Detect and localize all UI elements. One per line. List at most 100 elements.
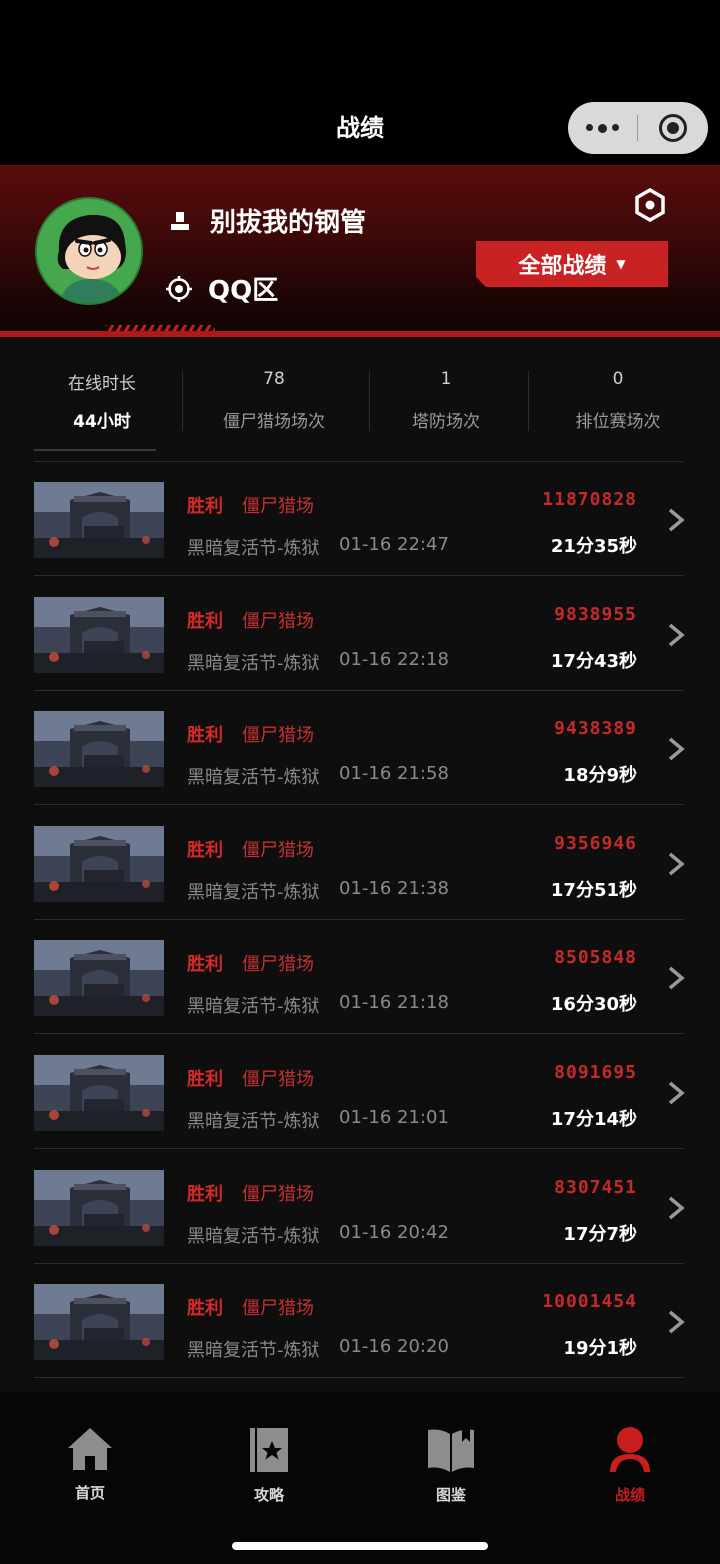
more-icon[interactable] [568, 123, 637, 133]
match-time: 01-16 20:20 [339, 1336, 449, 1358]
match-mode: 僵尸猎场 [242, 496, 314, 517]
username: 别拔我的钢管 [210, 208, 367, 238]
home-indicator [232, 1542, 488, 1550]
match-mode: 僵尸猎场 [242, 725, 314, 747]
tab-encyclopedia[interactable]: 图鉴 [401, 1426, 501, 1505]
map-thumbnail-image [34, 711, 164, 788]
region-label: QQ区 [208, 276, 279, 306]
match-score: 8307451 [554, 1176, 637, 1198]
tab-label: 攻略 [253, 1486, 284, 1504]
match-record-row[interactable]: 胜利 僵尸猎场 黑暗复活节-炼狱 01-16 21:01 8091695 17分14秒 [0, 1035, 720, 1149]
filter-dropdown-button[interactable]: 全部战绩 ▼ [476, 241, 668, 287]
match-record-row[interactable]: 胜利 僵尸猎场 黑暗复活节-炼狱 01-16 21:18 8505848 16分30秒 [0, 920, 720, 1035]
match-record-row[interactable]: 胜利 僵尸猎场 黑暗复活节-炼狱 01-16 20:20 10001454 19分1秒 [0, 1264, 720, 1379]
chevron-right-icon[interactable] [666, 1081, 686, 1105]
match-time: 01-16 21:38 [339, 877, 449, 899]
match-score: 11870828 [542, 489, 637, 510]
stat-zombie-matches[interactable]: 78 僵尸猎场场次 [196, 369, 352, 432]
chevron-right-icon[interactable] [666, 508, 686, 532]
row-divider [34, 1377, 684, 1379]
map-thumbnail [34, 825, 164, 902]
map-thumbnail-image [34, 596, 164, 673]
tab-label: 战绩 [614, 1486, 645, 1504]
match-mode: 僵尸猎场 [242, 839, 314, 861]
match-duration: 18分9秒 [563, 765, 637, 787]
match-duration: 17分51秒 [550, 879, 637, 901]
stat-ranked-matches[interactable]: 0 排位赛场次 [546, 369, 690, 432]
region-row: QQ区 [166, 270, 278, 307]
match-record-row[interactable]: 胜利 僵尸猎场 黑暗复活节-炼狱 01-16 22:18 9838955 17分43秒 [0, 577, 720, 691]
tab-label: 图鉴 [435, 1486, 466, 1504]
match-result: 胜利 [187, 1183, 223, 1205]
match-time: 01-16 21:01 [339, 1107, 449, 1128]
stat-value: 0 [612, 369, 624, 389]
tab-home[interactable]: 首页 [40, 1426, 140, 1503]
match-mode: 僵尸猎场 [242, 1183, 314, 1205]
tab-label: 首页 [74, 1484, 105, 1502]
stat-tower-defense-matches[interactable]: 1 塔防场次 [380, 369, 512, 432]
settings-icon[interactable] [634, 188, 666, 222]
match-record-row[interactable]: 胜利 僵尸猎场 黑暗复活节-炼狱 01-16 20:42 8307451 17分7秒 [0, 1150, 720, 1264]
content-area: 在线时长 44小时 78 僵尸猎场场次 1 塔防场次 0 排位赛场次 胜利 僵尸猎… [0, 337, 720, 1392]
stat-divider [528, 371, 529, 431]
avatar [35, 197, 143, 305]
top-nav-bar: 战绩 [0, 0, 720, 165]
stat-divider [182, 371, 183, 431]
stat-value: 1 [440, 369, 452, 389]
chevron-right-icon[interactable] [666, 737, 686, 761]
match-record-row[interactable]: 胜利 僵尸猎场 黑暗复活节-炼狱 01-16 21:38 9356946 17分51秒 [0, 806, 720, 920]
map-thumbnail [34, 711, 164, 788]
close-miniprogram-button[interactable] [638, 114, 708, 142]
match-map: 黑暗复活节-炼狱 [187, 767, 320, 789]
match-duration: 16分30秒 [550, 994, 637, 1016]
map-thumbnail-image [34, 482, 164, 558]
open-book-icon [428, 1428, 474, 1472]
match-score: 10001454 [542, 1291, 637, 1313]
tab-records[interactable]: 战绩 [580, 1426, 680, 1505]
match-time: 01-16 20:42 [339, 1221, 449, 1243]
match-record-row[interactable]: 胜利 僵尸猎场 黑暗复活节-炼狱 01-16 22:47 11870828 21分35秒 [0, 462, 720, 576]
match-time: 01-16 22:47 [339, 534, 449, 555]
stat-divider [369, 371, 370, 431]
match-map: 黑暗复活节-炼狱 [187, 996, 320, 1018]
caret-down-icon: ▼ [616, 257, 626, 271]
match-map: 黑暗复活节-炼狱 [187, 538, 320, 559]
chevron-right-icon[interactable] [666, 623, 686, 647]
match-score: 9838955 [554, 603, 637, 625]
match-result: 胜利 [187, 725, 223, 747]
match-duration: 17分43秒 [550, 650, 637, 672]
guide-book-icon [250, 1428, 288, 1472]
map-thumbnail [34, 1055, 164, 1131]
map-thumbnail [34, 940, 164, 1017]
match-map: 黑暗复活节-炼狱 [187, 652, 320, 674]
map-thumbnail-image [34, 940, 164, 1017]
match-mode: 僵尸猎场 [242, 1298, 314, 1320]
match-duration: 17分7秒 [563, 1223, 637, 1245]
bottom-tab-bar: 首页 攻略 图鉴 战绩 [0, 1392, 720, 1564]
match-duration: 21分35秒 [550, 536, 637, 557]
match-mode: 僵尸猎场 [242, 610, 314, 632]
stat-online-time[interactable]: 在线时长 44小时 [34, 369, 170, 432]
map-thumbnail [34, 596, 164, 673]
tab-guide[interactable]: 攻略 [219, 1426, 319, 1505]
match-duration: 17分14秒 [550, 1109, 637, 1130]
chevron-right-icon[interactable] [666, 966, 686, 990]
stat-label: 排位赛场次 [575, 412, 661, 432]
match-time: 01-16 21:58 [339, 763, 449, 785]
avatar-image [37, 199, 141, 303]
match-map: 黑暗复活节-炼狱 [187, 1111, 320, 1132]
match-mode: 僵尸猎场 [242, 954, 314, 976]
chevron-right-icon[interactable] [666, 852, 686, 876]
chevron-right-icon[interactable] [666, 1196, 686, 1220]
chevron-right-icon[interactable] [666, 1310, 686, 1334]
stat-label: 塔防场次 [412, 412, 480, 432]
match-record-row[interactable]: 胜利 僵尸猎场 黑暗复活节-炼狱 01-16 21:58 9438389 18分9秒 [0, 691, 720, 806]
filter-label: 全部战绩 [518, 254, 607, 279]
match-result: 胜利 [187, 610, 223, 632]
user-icon [171, 211, 189, 230]
map-thumbnail-image [34, 825, 164, 902]
stat-label: 僵尸猎场场次 [223, 412, 325, 432]
username-row: 别拔我的钢管 [170, 202, 366, 239]
map-thumbnail-image [34, 1284, 164, 1361]
match-duration: 19分1秒 [563, 1338, 637, 1360]
